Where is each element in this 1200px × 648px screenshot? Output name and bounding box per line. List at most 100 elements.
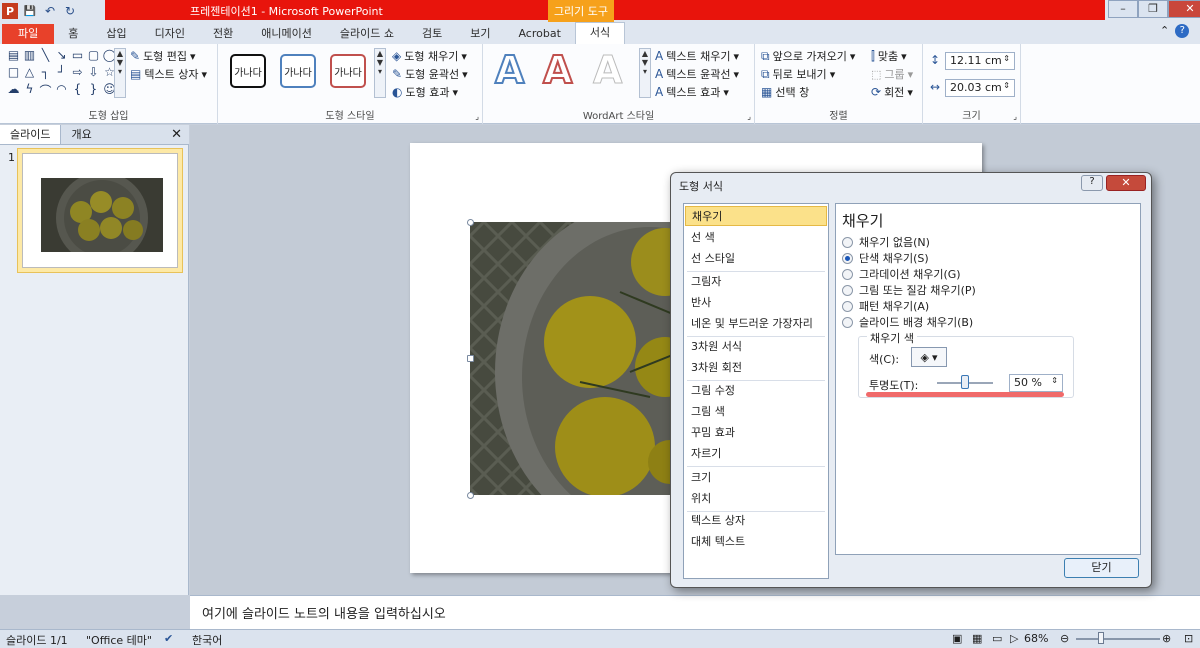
category-position[interactable]: 위치: [685, 489, 827, 509]
rotate-button[interactable]: ⟳ 회전 ▾: [871, 84, 913, 100]
elbow-arrow-icon[interactable]: ┘: [54, 65, 69, 81]
category-picture-color[interactable]: 그림 색: [685, 402, 827, 422]
transparency-input[interactable]: 50 % ⇕: [1009, 374, 1063, 392]
fit-window-icon[interactable]: ⊡: [1184, 632, 1193, 645]
restore-button[interactable]: ❐: [1138, 0, 1168, 18]
category-shadow[interactable]: 그림자: [685, 272, 827, 292]
tab-file[interactable]: 파일: [2, 24, 55, 44]
radio-button[interactable]: [842, 284, 853, 296]
tab-design[interactable]: 디자인: [141, 24, 199, 44]
category-line-style[interactable]: 선 스타일: [685, 249, 827, 269]
wordart-outline-blue[interactable]: A: [494, 47, 525, 93]
zoom-slider[interactable]: [1076, 638, 1160, 640]
notes-pane[interactable]: 여기에 슬라이드 노트의 내용을 입력하십시오: [190, 595, 1200, 629]
wordart-outline-red[interactable]: A: [542, 47, 573, 93]
category-crop[interactable]: 자르기: [685, 444, 827, 464]
reading-view-icon[interactable]: ▭: [992, 632, 1002, 645]
textbox-shape-icon[interactable]: ▤: [6, 48, 21, 64]
tab-view[interactable]: 보기: [456, 24, 504, 44]
status-language[interactable]: 한국어: [192, 632, 222, 648]
powerpoint-logo-icon[interactable]: P: [2, 3, 18, 19]
undo-icon[interactable]: ↶: [42, 3, 58, 19]
status-theme[interactable]: "Office 테마": [86, 632, 152, 648]
radio-button[interactable]: [842, 236, 853, 248]
dialog-launcher-icon[interactable]: ⌟: [1013, 112, 1017, 121]
tab-animations[interactable]: 애니메이션: [247, 24, 326, 44]
tab-transitions[interactable]: 전환: [199, 24, 247, 44]
radio-button[interactable]: [842, 300, 853, 312]
width-input[interactable]: 20.03 cm ⇕: [945, 79, 1015, 97]
tab-slideshow[interactable]: 슬라이드 쇼: [326, 24, 408, 44]
tab-outline[interactable]: 개요: [61, 125, 101, 144]
category-3d-rotation[interactable]: 3차원 회전: [685, 358, 827, 378]
align-button[interactable]: ⫿ 맞춤 ▾: [871, 48, 907, 64]
zoom-slider-thumb[interactable]: [1098, 632, 1104, 644]
help-icon[interactable]: ?: [1175, 24, 1190, 38]
close-button[interactable]: 닫기: [1064, 558, 1139, 578]
minimize-button[interactable]: –: [1108, 0, 1138, 18]
category-fill[interactable]: 채우기: [685, 206, 827, 226]
radio-button[interactable]: [842, 316, 853, 328]
resize-handle-left[interactable]: [467, 355, 474, 362]
radio-gradient-fill[interactable]: 그라데이션 채우기(G): [842, 266, 961, 282]
curve-shape-icon[interactable]: ⌒: [38, 82, 53, 98]
dialog-launcher-icon[interactable]: ⌟: [475, 112, 479, 121]
category-glow-soft-edges[interactable]: 네온 및 부드러운 가장자리: [685, 314, 827, 334]
radio-pattern-fill[interactable]: 패턴 채우기(A): [842, 298, 929, 314]
save-icon[interactable]: 💾: [22, 3, 38, 19]
lemon-photo[interactable]: [470, 222, 685, 495]
shape-style-black[interactable]: 가나다: [230, 54, 266, 88]
text-fill-button[interactable]: A 텍스트 채우기 ▾: [655, 48, 739, 64]
selection-pane-button[interactable]: ▦ 선택 창: [761, 84, 809, 100]
category-artistic-effects[interactable]: 꾸밈 효과: [685, 423, 827, 443]
rounded-rect-icon[interactable]: ▢: [86, 48, 101, 64]
spinner-icon[interactable]: ⇕: [1051, 376, 1058, 390]
shape-style-blue[interactable]: 가나다: [280, 54, 316, 88]
shape-outline-button[interactable]: ✎ 도형 윤곽선 ▾: [392, 66, 468, 82]
minimize-ribbon-icon[interactable]: ⌃: [1160, 24, 1169, 38]
category-line-color[interactable]: 선 색: [685, 228, 827, 248]
tab-insert[interactable]: 삽입: [92, 24, 140, 44]
cloud-shape-icon[interactable]: ☁: [6, 82, 21, 98]
slide-thumbnail[interactable]: [17, 148, 183, 273]
tab-slides[interactable]: 슬라이드: [0, 125, 62, 144]
transparency-slider-thumb[interactable]: [961, 375, 969, 389]
slide-sorter-icon[interactable]: ▦: [972, 632, 982, 645]
slideshow-view-icon[interactable]: ▷: [1010, 632, 1018, 645]
zoom-in-icon[interactable]: ⊕: [1162, 632, 1171, 645]
tab-review[interactable]: 검토: [408, 24, 456, 44]
group-button[interactable]: ⬚ 그룹 ▾: [871, 66, 913, 82]
tab-acrobat[interactable]: Acrobat: [504, 24, 574, 44]
radio-button-selected[interactable]: [842, 252, 853, 264]
wordart-scroll[interactable]: ▲ ▼ ▾: [639, 48, 651, 98]
dialog-help-button[interactable]: ?: [1081, 175, 1103, 191]
resize-handle-top-left[interactable]: [467, 219, 474, 226]
down-arrow-shape-icon[interactable]: ⇩: [86, 65, 101, 81]
edit-shape-button[interactable]: ✎ 도형 편집 ▾: [130, 48, 196, 64]
category-alt-text[interactable]: 대체 텍스트: [685, 532, 827, 552]
category-3d-format[interactable]: 3차원 서식: [685, 337, 827, 357]
zoom-out-icon[interactable]: ⊖: [1060, 632, 1069, 645]
shape-gallery[interactable]: ▤ ▥ ╲ ↘ ▭ ▢ ◯ □ △ ┐ ┘ ⇨ ⇩ ☆ ☁ ϟ ⌒ ◠{} ☺: [6, 48, 117, 100]
rectangle-shape-icon[interactable]: ▭: [70, 48, 85, 64]
lightning-shape-icon[interactable]: ϟ: [22, 82, 37, 98]
radio-button[interactable]: [842, 268, 853, 280]
shape-effects-button[interactable]: ◐ 도형 효과 ▾: [392, 84, 458, 100]
brace-right-icon[interactable]: }: [86, 82, 101, 98]
close-pane-icon[interactable]: ✕: [171, 127, 182, 142]
rect2-shape-icon[interactable]: □: [6, 65, 21, 81]
tab-home[interactable]: 홈: [54, 24, 92, 44]
radio-background-fill[interactable]: 슬라이드 배경 채우기(B): [842, 314, 973, 330]
spinner-icon[interactable]: ⇕: [1003, 81, 1010, 95]
category-text-box[interactable]: 텍스트 상자: [685, 511, 827, 531]
color-picker-button[interactable]: ◈ ▾: [911, 347, 947, 367]
status-zoom[interactable]: 68%: [1024, 632, 1048, 645]
text-outline-button[interactable]: A 텍스트 윤곽선 ▾: [655, 66, 739, 82]
spellcheck-icon[interactable]: ✔: [164, 632, 173, 645]
shape-style-red[interactable]: 가나다: [330, 54, 366, 88]
vertical-textbox-icon[interactable]: ▥: [22, 48, 37, 64]
category-reflection[interactable]: 반사: [685, 293, 827, 313]
shape-fill-button[interactable]: ◈ 도형 채우기 ▾: [392, 48, 467, 64]
radio-solid-fill[interactable]: 단색 채우기(S): [842, 250, 929, 266]
brace-left-icon[interactable]: {: [70, 82, 85, 98]
